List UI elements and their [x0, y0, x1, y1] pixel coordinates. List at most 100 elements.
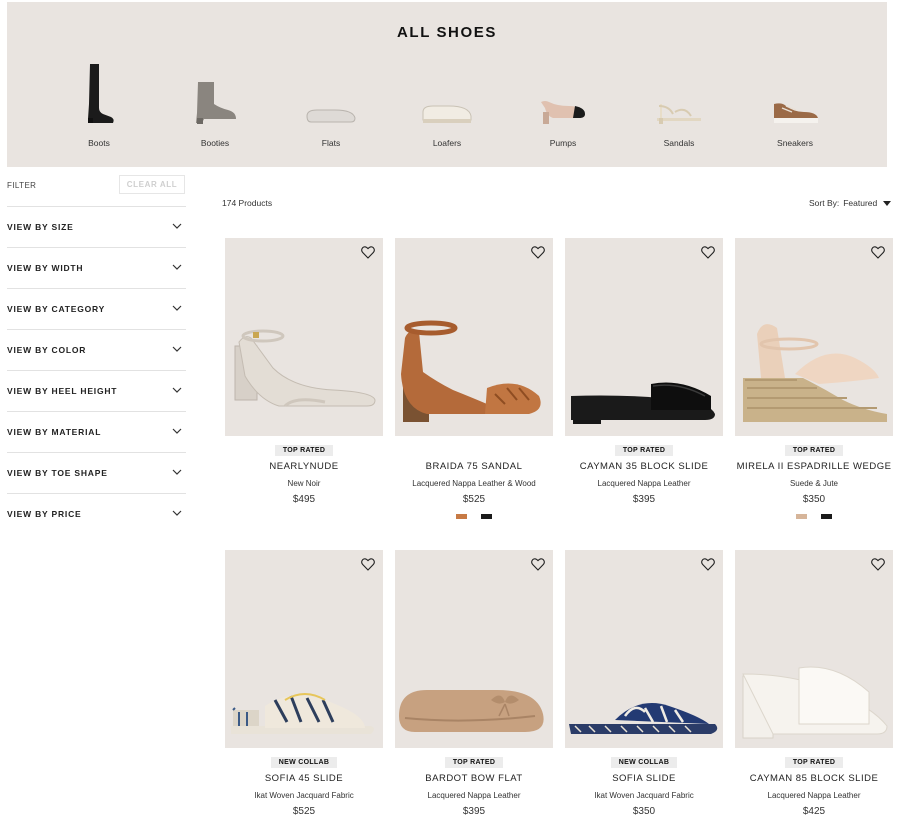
category-label: Boots	[88, 138, 110, 148]
product-material: Lacquered Nappa Leather	[597, 479, 691, 488]
heart-icon[interactable]	[531, 246, 545, 259]
product-info: NEW COLLAB SOFIA 45 SLIDE Ikat Woven Jacqu…	[225, 753, 383, 817]
badge-row: NEW COLLAB	[225, 753, 383, 772]
filter-facet[interactable]: VIEW BY HEEL HEIGHT	[7, 370, 186, 411]
category-label: Pumps	[549, 138, 577, 148]
pump-icon	[518, 60, 608, 124]
product-name[interactable]: CAYMAN 35 BLOCK SLIDE	[565, 461, 723, 472]
product-name[interactable]: CAYMAN 85 BLOCK SLIDE	[735, 773, 893, 784]
clear-all-button[interactable]: CLEAR ALL	[119, 175, 185, 194]
product-count: 174 Products	[222, 198, 273, 208]
category-pumps[interactable]: Pumps	[518, 60, 608, 148]
category-booties[interactable]: Booties	[170, 60, 260, 148]
product-name[interactable]: NEARLYNUDE	[225, 461, 383, 472]
filter-facet[interactable]: VIEW BY CATEGORY	[7, 288, 186, 329]
category-label: Loafers	[432, 138, 462, 148]
product-badge: TOP RATED	[614, 445, 674, 456]
product-info: TOP RATED BARDOT BOW FLAT Lacquered Nappa …	[395, 753, 553, 817]
color-swatch[interactable]	[821, 514, 832, 519]
heart-icon[interactable]	[871, 558, 885, 571]
loafer-icon	[402, 60, 492, 124]
product-card[interactable]: TOP RATED BARDOT BOW FLAT Lacquered Nappa …	[395, 550, 553, 817]
chevron-down-icon	[172, 387, 182, 393]
product-info: TOP RATED MIRELA II ESPADRILLE WEDGE Suede…	[735, 441, 893, 519]
filter-facet[interactable]: VIEW BY SIZE	[7, 206, 186, 247]
product-info: NEW COLLAB SOFIA SLIDE Ikat Woven Jacquard…	[565, 753, 723, 817]
product-image[interactable]	[225, 550, 383, 748]
product-badge: TOP RATED	[444, 757, 504, 768]
page-title: ALL SHOES	[397, 24, 497, 41]
product-image[interactable]	[225, 238, 383, 436]
badge-row: NEW COLLAB	[565, 753, 723, 772]
product-badge: TOP RATED	[784, 757, 844, 768]
product-card[interactable]: NEW COLLAB SOFIA 45 SLIDE Ikat Woven Jacqu…	[225, 550, 383, 817]
filter-facet-label: VIEW BY HEEL HEIGHT	[7, 386, 118, 396]
product-price: $350	[802, 494, 826, 505]
product-image[interactable]	[735, 238, 893, 436]
badge-row: TOP RATED	[735, 753, 893, 772]
product-material: New Noir	[287, 479, 321, 488]
category-sneakers[interactable]: Sneakers	[750, 60, 840, 148]
product-material: Suede & Jute	[789, 479, 839, 488]
category-label: Sandals	[663, 138, 695, 148]
filter-facet[interactable]: VIEW BY WIDTH	[7, 247, 186, 288]
sort-label: Sort By:	[809, 198, 840, 208]
product-name[interactable]: SOFIA 45 SLIDE	[225, 773, 383, 784]
filter-facet-label: VIEW BY COLOR	[7, 345, 87, 355]
product-image[interactable]	[395, 550, 553, 748]
heart-icon[interactable]	[701, 558, 715, 571]
color-swatch[interactable]	[796, 514, 807, 519]
product-image[interactable]	[565, 550, 723, 748]
heart-icon[interactable]	[361, 246, 375, 259]
product-name[interactable]: BRAIDA 75 SANDAL	[395, 461, 553, 472]
category-label: Sneakers	[777, 138, 813, 148]
badge-row: TOP RATED	[735, 441, 893, 460]
filter-facet[interactable]: VIEW BY TOE SHAPE	[7, 452, 186, 493]
filter-facet-label: VIEW BY SIZE	[7, 222, 74, 232]
chevron-down-icon	[172, 469, 182, 475]
product-price: $525	[292, 806, 316, 817]
sort-dropdown[interactable]: Sort By: Featured	[809, 198, 892, 208]
flat-icon	[286, 60, 376, 124]
product-card[interactable]: TOP RATED CAYMAN 35 BLOCK SLIDE Lacquered …	[565, 238, 723, 505]
product-name[interactable]: SOFIA SLIDE	[565, 773, 723, 784]
filter-facet[interactable]: VIEW BY MATERIAL	[7, 411, 186, 452]
product-name[interactable]: BARDOT BOW FLAT	[395, 773, 553, 784]
product-card[interactable]: BRAIDA 75 SANDAL Lacquered Nappa Leather …	[395, 238, 553, 519]
filter-facet[interactable]: VIEW BY COLOR	[7, 329, 186, 370]
product-material: Lacquered Nappa Leather	[427, 791, 521, 800]
product-price: $395	[462, 806, 486, 817]
product-info: TOP RATED NEARLYNUDE New Noir $495	[225, 441, 383, 505]
product-badge: NEW COLLAB	[610, 757, 678, 768]
category-sandals[interactable]: Sandals	[634, 60, 724, 148]
product-badge: TOP RATED	[274, 445, 334, 456]
product-card[interactable]: TOP RATED MIRELA II ESPADRILLE WEDGE Suede…	[735, 238, 893, 519]
heart-icon[interactable]	[701, 246, 715, 259]
filter-facet-label: VIEW BY WIDTH	[7, 263, 84, 273]
heart-icon[interactable]	[361, 558, 375, 571]
heart-icon[interactable]	[871, 246, 885, 259]
filter-facet-label: VIEW BY PRICE	[7, 509, 82, 519]
product-price: $395	[632, 494, 656, 505]
product-image[interactable]	[565, 238, 723, 436]
category-loafers[interactable]: Loafers	[402, 60, 492, 148]
product-card[interactable]: TOP RATED CAYMAN 85 BLOCK SLIDE Lacquered …	[735, 550, 893, 817]
badge-row: TOP RATED	[565, 441, 723, 460]
bootie-icon	[170, 60, 260, 124]
chevron-down-icon	[172, 428, 182, 434]
chevron-down-icon	[172, 223, 182, 229]
heart-icon[interactable]	[531, 558, 545, 571]
product-image[interactable]	[395, 238, 553, 436]
product-name[interactable]: MIRELA II ESPADRILLE WEDGE	[735, 461, 893, 472]
product-material: Ikat Woven Jacquard Fabric	[254, 791, 354, 800]
category-flats[interactable]: Flats	[286, 60, 376, 148]
category-label: Booties	[200, 138, 230, 148]
category-boots[interactable]: Boots	[54, 60, 144, 148]
product-image[interactable]	[735, 550, 893, 748]
sneaker-icon	[750, 60, 840, 124]
color-swatch[interactable]	[456, 514, 467, 519]
product-card[interactable]: TOP RATED NEARLYNUDE New Noir $495	[225, 238, 383, 505]
color-swatch[interactable]	[481, 514, 492, 519]
filter-facet[interactable]: VIEW BY PRICE	[7, 493, 186, 534]
product-card[interactable]: NEW COLLAB SOFIA SLIDE Ikat Woven Jacquard…	[565, 550, 723, 817]
